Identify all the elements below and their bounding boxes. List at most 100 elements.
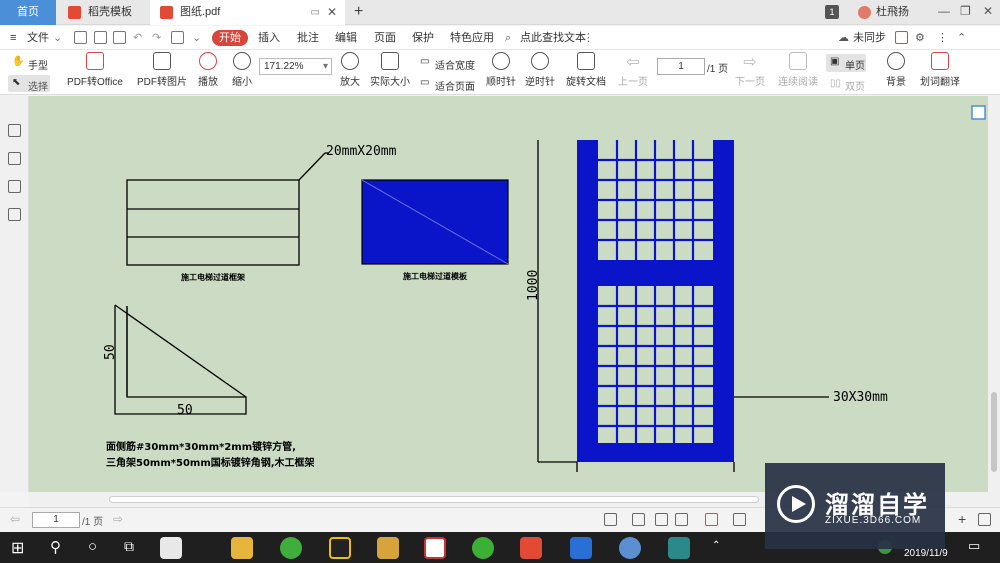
- wps-icon[interactable]: [570, 537, 592, 559]
- outline-icon[interactable]: [8, 124, 21, 137]
- play-status-icon[interactable]: [705, 513, 718, 526]
- background-button[interactable]: 背景: [882, 52, 910, 88]
- pinwheel-app-icon[interactable]: [160, 537, 182, 559]
- browser-icon[interactable]: [280, 537, 302, 559]
- read-mode-icon[interactable]: [632, 513, 645, 526]
- next-page-icon[interactable]: ⇨: [113, 512, 123, 526]
- horizontal-scroll-thumb[interactable]: [109, 496, 759, 503]
- cloud-icon[interactable]: ☁: [838, 26, 849, 50]
- window-icon[interactable]: ▭: [311, 0, 320, 25]
- collapse-icon[interactable]: ⌃: [957, 26, 966, 50]
- minimize-icon[interactable]: —: [938, 4, 950, 18]
- close-tab-icon[interactable]: ✕: [327, 0, 337, 25]
- tray-chevron-icon[interactable]: ⌃: [712, 540, 720, 551]
- fit-width-button[interactable]: 适合宽度: [435, 57, 475, 72]
- more-dots-icon[interactable]: ⋮: [937, 26, 948, 50]
- document-canvas[interactable]: 20mmX20mm 施工电梯过道框架 施工电梯过道模板 50 50 面侧筋#30…: [29, 96, 988, 492]
- translate-label: 划词翻译: [920, 77, 960, 88]
- menu-start[interactable]: 开始: [212, 30, 248, 46]
- tab-pdf[interactable]: 图纸.pdf ▭ ✕: [150, 0, 345, 25]
- pdf-to-office-button[interactable]: PDF转Office: [64, 52, 126, 88]
- redo-icon[interactable]: ↷: [152, 26, 161, 50]
- file-explorer-icon[interactable]: [231, 537, 253, 559]
- print-icon[interactable]: [113, 31, 126, 44]
- more-options-icon[interactable]: ⋮: [583, 26, 594, 50]
- translate-button[interactable]: 划词翻译: [920, 52, 960, 88]
- status-page-input[interactable]: 1: [32, 512, 80, 528]
- fullscreen-icon[interactable]: [978, 513, 991, 526]
- attachment-icon[interactable]: [8, 208, 21, 221]
- menu-edit[interactable]: 编辑: [335, 26, 357, 50]
- prev-page-icon[interactable]: ⇦: [10, 512, 20, 526]
- next-page-button[interactable]: ⇨ 下一页: [735, 52, 765, 88]
- continuous-read-button[interactable]: 连续阅读: [778, 52, 818, 88]
- rotate-doc-button[interactable]: 旋转文档: [566, 52, 606, 88]
- qq-icon[interactable]: [329, 537, 351, 559]
- user-account[interactable]: 杜飛扬: [858, 0, 909, 25]
- zoom-in-status-icon[interactable]: +: [958, 511, 966, 527]
- search-text[interactable]: 点此查找文本: [520, 26, 586, 50]
- sync-status[interactable]: 未同步: [853, 26, 886, 50]
- vertical-scrollbar[interactable]: [988, 96, 1000, 507]
- single-view-icon[interactable]: [655, 513, 668, 526]
- new-tab-button[interactable]: +: [354, 0, 363, 25]
- thumbnail-icon[interactable]: [8, 152, 21, 165]
- menu-special[interactable]: 特色应用: [450, 26, 494, 50]
- hand-icon[interactable]: ✋: [12, 56, 24, 67]
- double-page-button[interactable]: 双页: [845, 78, 865, 93]
- undo-icon[interactable]: ↶: [133, 26, 142, 50]
- select-tool[interactable]: 选择: [28, 78, 48, 93]
- task-view-icon[interactable]: ⧉: [124, 538, 134, 555]
- more-icon[interactable]: ⌄: [192, 26, 201, 50]
- double-view-icon[interactable]: [675, 513, 688, 526]
- menu-file[interactable]: 文件: [27, 26, 49, 50]
- close-window-icon[interactable]: ✕: [983, 4, 993, 18]
- restore-icon[interactable]: ❐: [960, 4, 971, 18]
- zoom-select[interactable]: 171.22% ▾: [259, 58, 332, 75]
- actual-size-button[interactable]: 实际大小: [370, 52, 410, 88]
- play-button[interactable]: 播放: [196, 52, 220, 88]
- tab-home[interactable]: 首页: [0, 0, 56, 25]
- single-page-button[interactable]: 单页: [845, 57, 865, 72]
- taskbar-clock[interactable]: 2019/11/9: [904, 548, 948, 559]
- page-input[interactable]: 1: [657, 58, 705, 75]
- search-icon[interactable]: ⚲: [50, 538, 61, 556]
- rotate-cw-button[interactable]: 顺时针: [486, 52, 516, 88]
- menu-insert[interactable]: 插入: [258, 26, 280, 50]
- wechat-icon[interactable]: [472, 537, 494, 559]
- bookmark-icon[interactable]: [8, 180, 21, 193]
- actual-size-icon: [381, 52, 399, 70]
- menu-annotate[interactable]: 批注: [297, 26, 319, 50]
- zoom-in-button[interactable]: 放大: [338, 52, 362, 88]
- app-red-icon[interactable]: [424, 537, 446, 559]
- app-yellow-icon[interactable]: [377, 537, 399, 559]
- zoom-out-button[interactable]: 缩小: [230, 52, 254, 88]
- pdf-icon: [160, 6, 173, 19]
- prev-page-button[interactable]: ⇦ 上一页: [618, 52, 648, 88]
- open-icon[interactable]: [74, 31, 87, 44]
- actual-size-status-icon[interactable]: [733, 513, 746, 526]
- eye-icon[interactable]: [604, 513, 617, 526]
- vertical-scroll-thumb[interactable]: [991, 392, 997, 472]
- menu-protect[interactable]: 保护: [412, 26, 434, 50]
- save-icon[interactable]: [94, 31, 107, 44]
- tab-daoke[interactable]: 稻壳模板: [58, 0, 150, 25]
- share-icon[interactable]: [895, 31, 908, 44]
- pdf-to-image-button[interactable]: PDF转图片: [137, 52, 187, 88]
- windows-start-icon[interactable]: ⊞: [11, 538, 24, 558]
- export-icon[interactable]: [171, 31, 184, 44]
- app-blue-icon[interactable]: [619, 537, 641, 559]
- fit-page-button[interactable]: 适合页面: [435, 78, 475, 93]
- cortana-icon[interactable]: ○: [88, 538, 97, 555]
- chevron-down-icon[interactable]: ⌄: [53, 26, 62, 50]
- avatar: [858, 6, 871, 19]
- notification-icon[interactable]: ▭: [968, 538, 980, 554]
- power-app-icon[interactable]: [520, 537, 542, 559]
- rotate-ccw-button[interactable]: 逆时针: [525, 52, 555, 88]
- search-icon[interactable]: ⌕: [505, 26, 511, 50]
- gear-icon[interactable]: ⚙: [915, 26, 925, 50]
- menu-icon[interactable]: ≡: [10, 26, 16, 50]
- autocad-icon[interactable]: [668, 537, 690, 559]
- menu-page[interactable]: 页面: [374, 26, 396, 50]
- hand-tool[interactable]: 手型: [28, 57, 48, 72]
